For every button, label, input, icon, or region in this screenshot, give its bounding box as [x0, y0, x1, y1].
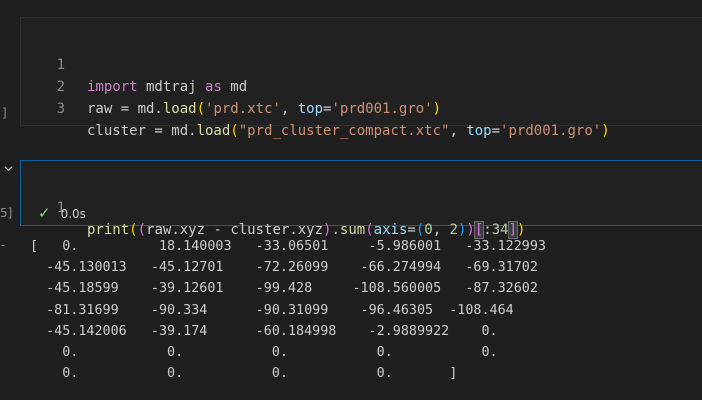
execution-time: 0.0s — [60, 207, 86, 221]
line-number: 3 — [56, 101, 65, 117]
execution-count: 5] — [0, 206, 13, 220]
output-bullet: - — [1, 238, 6, 252]
code-line-1: 1 print((raw.xyz - cluster.xyz).sum(axis… — [21, 175, 702, 239]
execution-count: ] — [2, 106, 7, 120]
code-cell-2[interactable]: 1 print((raw.xyz - cluster.xyz).sum(axis… — [20, 160, 702, 239]
code-line-2: 2 raw = md.load('prd.xtc', top='prd001.g… — [21, 54, 702, 117]
check-icon: ✓ — [38, 204, 51, 222]
chevron-down-icon[interactable] — [4, 164, 13, 173]
code-text: raw = md.load('prd.xtc', top='prd001.gro… — [87, 101, 442, 117]
code-line-1: 1 import mdtraj as md — [21, 32, 702, 95]
code-text: cluster = md.load("prd_cluster_compact.x… — [87, 123, 610, 139]
code-cell-1[interactable]: 1 import mdtraj as md 2 raw = md.load('p… — [20, 17, 702, 139]
cell-output: [ 0. 18.140003 -33.06501 -5.986001 -33.1… — [30, 239, 546, 382]
cell-status: ✓ 0.0s — [38, 202, 86, 224]
code-line-3: 3 cluster = md.load("prd_cluster_compact… — [21, 76, 702, 139]
